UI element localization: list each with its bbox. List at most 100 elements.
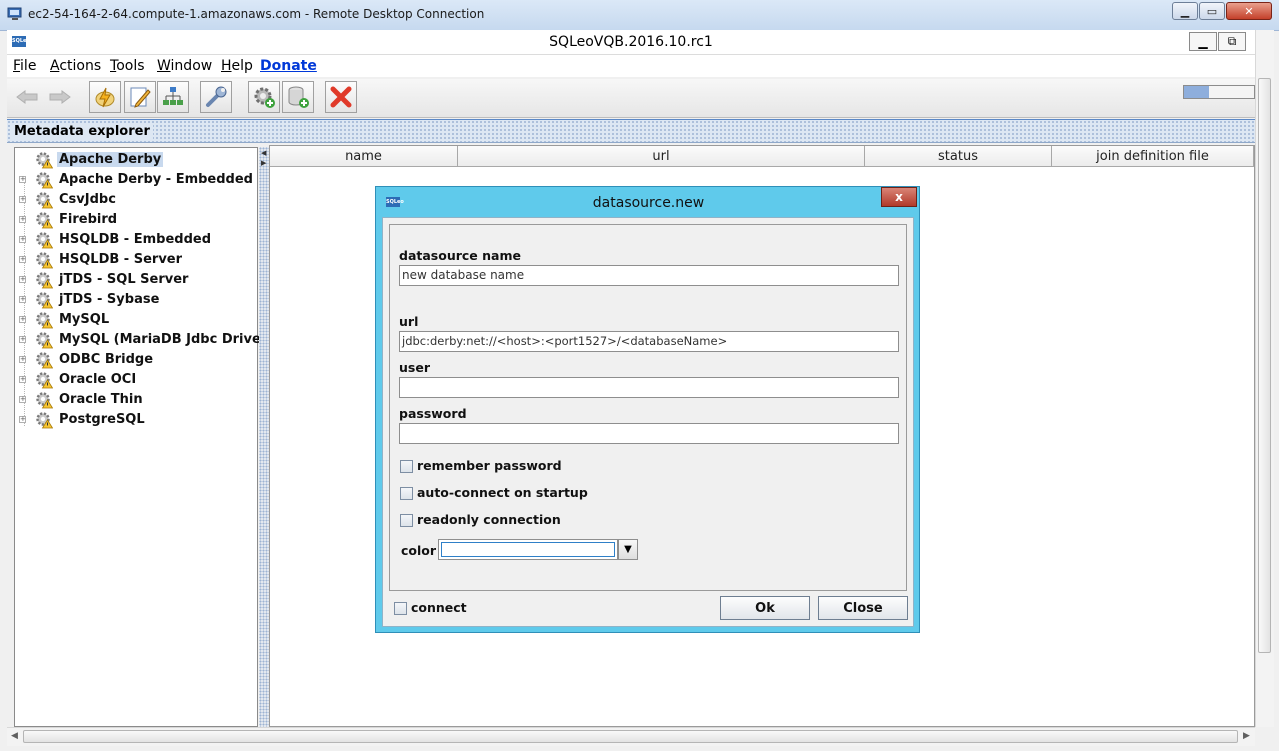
dialog-close-icon[interactable]: x xyxy=(881,187,917,207)
horizontal-scrollbar[interactable]: ◀ ▶ xyxy=(7,727,1255,746)
rdp-minimize-button[interactable]: ▁ xyxy=(1172,2,1198,20)
expand-toggle-icon[interactable]: + xyxy=(19,216,26,223)
menu-donate-link[interactable]: Donate xyxy=(260,58,317,74)
color-dropdown-arrow-icon[interactable]: ▼ xyxy=(618,539,638,560)
driver-gear-warning-icon xyxy=(36,192,53,209)
auto-connect-checkbox[interactable] xyxy=(400,487,413,500)
ok-button[interactable]: Ok xyxy=(720,596,810,620)
tree-item-label: PostgreSQL xyxy=(59,412,145,427)
tree-item[interactable]: + HSQLDB - Embedded xyxy=(15,230,255,250)
menu-help[interactable]: Help xyxy=(221,58,253,74)
color-label: color xyxy=(401,543,437,558)
expand-toggle-icon[interactable]: + xyxy=(19,176,26,183)
tree-item-label: Firebird xyxy=(59,212,118,227)
expand-toggle-icon[interactable]: + xyxy=(19,276,26,283)
expand-toggle-icon[interactable]: + xyxy=(19,336,26,343)
column-header-join-definition-file[interactable]: join definition file xyxy=(1052,146,1254,167)
tree-item-label: Apache Derby - Embedded xyxy=(59,172,253,187)
driver-gear-warning-icon xyxy=(36,412,53,429)
tree-item[interactable]: + ODBC Bridge xyxy=(15,350,255,370)
tree-item[interactable]: + HSQLDB - Server xyxy=(15,250,255,270)
split-pane-divider[interactable]: ◀ ▶ xyxy=(259,147,269,727)
remember-password-checkbox[interactable] xyxy=(400,460,413,473)
memory-progress-bar xyxy=(1183,85,1255,99)
tree-item-label: ODBC Bridge xyxy=(59,352,154,367)
tree-item[interactable]: + Oracle Thin xyxy=(15,390,255,410)
driver-gear-warning-icon xyxy=(36,292,53,309)
app-restore-button[interactable]: ⧉ xyxy=(1218,32,1246,51)
app-minimize-button[interactable]: ▁ xyxy=(1189,32,1217,51)
expand-toggle-icon[interactable]: + xyxy=(19,236,26,243)
color-select-value xyxy=(441,542,615,557)
expand-toggle-icon[interactable]: + xyxy=(19,196,26,203)
expand-toggle-icon[interactable]: + xyxy=(19,356,26,363)
menu-actions[interactable]: Actions xyxy=(50,58,101,74)
tree-item[interactable]: + PostgreSQL xyxy=(15,410,255,430)
password-input[interactable] xyxy=(399,423,899,444)
tree-item[interactable]: + MySQL (MariaDB Jdbc Driver) xyxy=(15,330,273,350)
dialog-form-panel: datasource name new database name url jd… xyxy=(389,224,907,591)
add-driver-gear-icon[interactable] xyxy=(248,81,280,113)
column-header-url[interactable]: url xyxy=(458,146,865,167)
driver-tree-panel[interactable]: Apache Derby + Apache Derby - Embedded + Csv… xyxy=(14,147,273,727)
vertical-scrollbar[interactable] xyxy=(1255,30,1274,727)
tree-item[interactable]: + CsvJdbc xyxy=(15,190,255,210)
dialog-title: datasource.new xyxy=(592,195,705,211)
tree-item[interactable]: + jTDS - SQL Server xyxy=(15,270,255,290)
tree-item[interactable]: + Firebird xyxy=(15,210,255,230)
delete-red-x-icon[interactable] xyxy=(325,81,357,113)
close-button[interactable]: Close xyxy=(818,596,908,620)
rdp-title-bar: ec2-54-164-2-64.compute-1.amazonaws.com … xyxy=(0,0,1279,31)
password-label: password xyxy=(399,406,467,421)
collapse-left-arrow-icon[interactable]: ◀ xyxy=(261,149,266,157)
back-arrow-icon[interactable] xyxy=(11,81,43,113)
driver-gear-warning-icon xyxy=(36,252,53,269)
datasource-name-label: datasource name xyxy=(399,248,521,263)
color-select[interactable] xyxy=(438,539,618,560)
readonly-connection-checkbox[interactable] xyxy=(400,514,413,527)
user-input[interactable] xyxy=(399,377,899,398)
driver-gear-warning-icon xyxy=(36,232,53,249)
url-input[interactable]: jdbc:derby:net://<host>:<port1527>/<data… xyxy=(399,331,899,352)
expand-toggle-icon[interactable]: + xyxy=(19,376,26,383)
diagram-hierarchy-icon[interactable] xyxy=(157,81,189,113)
tree-item[interactable]: + Oracle OCI xyxy=(15,370,255,390)
tree-item-label: HSQLDB - Embedded xyxy=(59,232,212,247)
tree-item[interactable]: Apache Derby xyxy=(15,150,255,170)
scroll-right-arrow-icon[interactable]: ▶ xyxy=(1243,731,1250,741)
rdp-maximize-button[interactable]: ▭ xyxy=(1199,2,1225,20)
expand-toggle-icon[interactable]: + xyxy=(19,296,26,303)
query-editor-pencil-icon[interactable] xyxy=(124,81,156,113)
column-header-name[interactable]: name xyxy=(270,146,458,167)
app-title-bar: SQLeo SQLeoVQB.2016.10.rc1 ▁ ⧉ xyxy=(7,30,1255,55)
expand-toggle-icon[interactable]: + xyxy=(19,416,26,423)
connect-lightning-icon[interactable] xyxy=(89,81,121,113)
expand-toggle-icon[interactable]: + xyxy=(19,316,26,323)
connect-checkbox[interactable] xyxy=(394,602,407,615)
menu-file[interactable]: File xyxy=(13,58,36,74)
wrench-icon[interactable] xyxy=(200,81,232,113)
column-header-status[interactable]: status xyxy=(865,146,1052,167)
readonly-connection-label: readonly connection xyxy=(417,512,561,527)
rdp-window-title: ec2-54-164-2-64.compute-1.amazonaws.com … xyxy=(28,7,485,21)
vertical-scroll-thumb[interactable] xyxy=(1258,78,1271,653)
metadata-explorer-header: Metadata explorer xyxy=(7,119,1255,143)
tree-item-label: jTDS - SQL Server xyxy=(59,272,189,287)
expand-toggle-icon[interactable]: + xyxy=(19,256,26,263)
menu-window[interactable]: Window xyxy=(157,58,212,74)
auto-connect-label: auto-connect on startup xyxy=(417,485,588,500)
menu-tools[interactable]: Tools xyxy=(110,58,145,74)
driver-gear-warning-icon xyxy=(36,272,53,289)
scroll-left-arrow-icon[interactable]: ◀ xyxy=(11,731,18,741)
tree-item[interactable]: + MySQL xyxy=(15,310,255,330)
tree-item[interactable]: + jTDS - Sybase xyxy=(15,290,255,310)
tree-item[interactable]: + Apache Derby - Embedded xyxy=(15,170,255,190)
expand-toggle-icon[interactable]: + xyxy=(19,396,26,403)
datasource-name-input[interactable]: new database name xyxy=(399,265,899,286)
rdp-close-button[interactable]: ✕ xyxy=(1226,2,1272,20)
forward-arrow-icon[interactable] xyxy=(44,81,76,113)
horizontal-scroll-thumb[interactable] xyxy=(23,730,1238,743)
user-label: user xyxy=(399,360,430,375)
expand-right-arrow-icon[interactable]: ▶ xyxy=(261,159,266,167)
add-datasource-database-icon[interactable] xyxy=(282,81,314,113)
